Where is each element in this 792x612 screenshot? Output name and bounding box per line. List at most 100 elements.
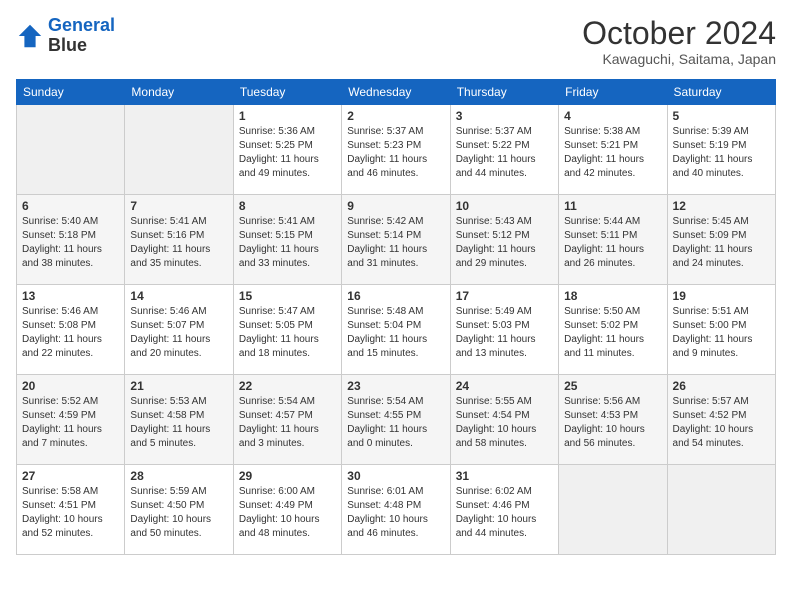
day-number: 23: [347, 379, 444, 393]
logo-line2: Blue: [48, 36, 115, 56]
day-info: Sunrise: 5:41 AM Sunset: 5:16 PM Dayligh…: [130, 215, 227, 271]
day-info: Sunrise: 5:53 AM Sunset: 4:58 PM Dayligh…: [130, 395, 227, 451]
day-info: Sunrise: 5:37 AM Sunset: 5:22 PM Dayligh…: [456, 125, 553, 181]
day-info: Sunrise: 6:02 AM Sunset: 4:46 PM Dayligh…: [456, 485, 553, 541]
day-info: Sunrise: 5:59 AM Sunset: 4:50 PM Dayligh…: [130, 485, 227, 541]
day-info: Sunrise: 5:46 AM Sunset: 5:07 PM Dayligh…: [130, 305, 227, 361]
calendar-cell: 16 Sunrise: 5:48 AM Sunset: 5:04 PM Dayli…: [342, 285, 450, 375]
week-row-2: 6 Sunrise: 5:40 AM Sunset: 5:18 PM Daylig…: [17, 195, 776, 285]
day-number: 30: [347, 469, 444, 483]
day-number: 31: [456, 469, 553, 483]
day-number: 4: [564, 109, 661, 123]
day-info: Sunrise: 5:40 AM Sunset: 5:18 PM Dayligh…: [22, 215, 119, 271]
day-number: 22: [239, 379, 336, 393]
col-header-thursday: Thursday: [450, 80, 558, 105]
day-number: 24: [456, 379, 553, 393]
calendar-cell: [559, 465, 667, 555]
day-info: Sunrise: 5:45 AM Sunset: 5:09 PM Dayligh…: [673, 215, 770, 271]
day-number: 20: [22, 379, 119, 393]
calendar-cell: 11 Sunrise: 5:44 AM Sunset: 5:11 PM Dayli…: [559, 195, 667, 285]
logo-line1: General: [48, 15, 115, 35]
day-number: 16: [347, 289, 444, 303]
day-info: Sunrise: 5:54 AM Sunset: 4:57 PM Dayligh…: [239, 395, 336, 451]
day-info: Sunrise: 5:56 AM Sunset: 4:53 PM Dayligh…: [564, 395, 661, 451]
day-info: Sunrise: 5:52 AM Sunset: 4:59 PM Dayligh…: [22, 395, 119, 451]
day-info: Sunrise: 5:44 AM Sunset: 5:11 PM Dayligh…: [564, 215, 661, 271]
day-info: Sunrise: 5:58 AM Sunset: 4:51 PM Dayligh…: [22, 485, 119, 541]
calendar-cell: 14 Sunrise: 5:46 AM Sunset: 5:07 PM Dayli…: [125, 285, 233, 375]
day-number: 14: [130, 289, 227, 303]
day-info: Sunrise: 5:48 AM Sunset: 5:04 PM Dayligh…: [347, 305, 444, 361]
calendar-cell: 12 Sunrise: 5:45 AM Sunset: 5:09 PM Dayli…: [667, 195, 775, 285]
day-number: 28: [130, 469, 227, 483]
location: Kawaguchi, Saitama, Japan: [582, 51, 776, 67]
calendar-cell: [17, 105, 125, 195]
logo-text: General Blue: [48, 16, 115, 56]
col-header-monday: Monday: [125, 80, 233, 105]
header-row: SundayMondayTuesdayWednesdayThursdayFrid…: [17, 80, 776, 105]
week-row-5: 27 Sunrise: 5:58 AM Sunset: 4:51 PM Dayli…: [17, 465, 776, 555]
day-number: 25: [564, 379, 661, 393]
day-number: 6: [22, 199, 119, 213]
calendar-cell: 13Sunrise: 5:46 AM Sunset: 5:08 PM Dayli…: [17, 285, 125, 375]
day-number: 15: [239, 289, 336, 303]
day-info: Sunrise: 6:00 AM Sunset: 4:49 PM Dayligh…: [239, 485, 336, 541]
calendar-cell: 15 Sunrise: 5:47 AM Sunset: 5:05 PM Dayli…: [233, 285, 341, 375]
day-number: 21: [130, 379, 227, 393]
day-info: Sunrise: 5:38 AM Sunset: 5:21 PM Dayligh…: [564, 125, 661, 181]
day-info: Sunrise: 5:47 AM Sunset: 5:05 PM Dayligh…: [239, 305, 336, 361]
day-number: 19: [673, 289, 770, 303]
calendar-cell: 23 Sunrise: 5:54 AM Sunset: 4:55 PM Dayli…: [342, 375, 450, 465]
calendar-cell: 17Sunrise: 5:49 AM Sunset: 5:03 PM Dayli…: [450, 285, 558, 375]
day-number: 27: [22, 469, 119, 483]
day-number: 17: [456, 289, 553, 303]
calendar-cell: 9Sunrise: 5:42 AM Sunset: 5:14 PM Daylig…: [342, 195, 450, 285]
logo: General Blue: [16, 16, 115, 56]
day-number: 5: [673, 109, 770, 123]
logo-icon: [16, 22, 44, 50]
calendar-cell: 29Sunrise: 6:00 AM Sunset: 4:49 PM Dayli…: [233, 465, 341, 555]
calendar-cell: 30 Sunrise: 6:01 AM Sunset: 4:48 PM Dayli…: [342, 465, 450, 555]
day-number: 13: [22, 289, 119, 303]
week-row-3: 13Sunrise: 5:46 AM Sunset: 5:08 PM Dayli…: [17, 285, 776, 375]
calendar-cell: [667, 465, 775, 555]
calendar-cell: 10 Sunrise: 5:43 AM Sunset: 5:12 PM Dayli…: [450, 195, 558, 285]
title-block: October 2024 Kawaguchi, Saitama, Japan: [582, 16, 776, 67]
calendar-cell: 7Sunrise: 5:41 AM Sunset: 5:16 PM Daylig…: [125, 195, 233, 285]
calendar-cell: 21 Sunrise: 5:53 AM Sunset: 4:58 PM Dayli…: [125, 375, 233, 465]
calendar-cell: 20 Sunrise: 5:52 AM Sunset: 4:59 PM Dayli…: [17, 375, 125, 465]
page-header: General Blue October 2024 Kawaguchi, Sai…: [16, 16, 776, 67]
day-number: 26: [673, 379, 770, 393]
day-info: Sunrise: 5:37 AM Sunset: 5:23 PM Dayligh…: [347, 125, 444, 181]
calendar-cell: 26 Sunrise: 5:57 AM Sunset: 4:52 PM Dayli…: [667, 375, 775, 465]
day-number: 8: [239, 199, 336, 213]
col-header-wednesday: Wednesday: [342, 80, 450, 105]
calendar-cell: 4 Sunrise: 5:38 AM Sunset: 5:21 PM Daylig…: [559, 105, 667, 195]
day-info: Sunrise: 5:41 AM Sunset: 5:15 PM Dayligh…: [239, 215, 336, 271]
calendar-cell: 19 Sunrise: 5:51 AM Sunset: 5:00 PM Dayli…: [667, 285, 775, 375]
calendar-cell: 27 Sunrise: 5:58 AM Sunset: 4:51 PM Dayli…: [17, 465, 125, 555]
week-row-4: 20 Sunrise: 5:52 AM Sunset: 4:59 PM Dayli…: [17, 375, 776, 465]
month-title: October 2024: [582, 16, 776, 51]
day-info: Sunrise: 5:43 AM Sunset: 5:12 PM Dayligh…: [456, 215, 553, 271]
day-info: Sunrise: 6:01 AM Sunset: 4:48 PM Dayligh…: [347, 485, 444, 541]
day-info: Sunrise: 5:57 AM Sunset: 4:52 PM Dayligh…: [673, 395, 770, 451]
col-header-tuesday: Tuesday: [233, 80, 341, 105]
calendar-cell: 5Sunrise: 5:39 AM Sunset: 5:19 PM Daylig…: [667, 105, 775, 195]
day-number: 12: [673, 199, 770, 213]
day-info: Sunrise: 5:50 AM Sunset: 5:02 PM Dayligh…: [564, 305, 661, 361]
day-info: Sunrise: 5:36 AM Sunset: 5:25 PM Dayligh…: [239, 125, 336, 181]
day-info: Sunrise: 5:51 AM Sunset: 5:00 PM Dayligh…: [673, 305, 770, 361]
calendar-cell: [125, 105, 233, 195]
col-header-friday: Friday: [559, 80, 667, 105]
calendar-cell: 25 Sunrise: 5:56 AM Sunset: 4:53 PM Dayli…: [559, 375, 667, 465]
col-header-sunday: Sunday: [17, 80, 125, 105]
day-number: 1: [239, 109, 336, 123]
day-number: 3: [456, 109, 553, 123]
day-info: Sunrise: 5:54 AM Sunset: 4:55 PM Dayligh…: [347, 395, 444, 451]
day-number: 11: [564, 199, 661, 213]
day-number: 10: [456, 199, 553, 213]
calendar-cell: 8 Sunrise: 5:41 AM Sunset: 5:15 PM Daylig…: [233, 195, 341, 285]
calendar-cell: 28 Sunrise: 5:59 AM Sunset: 4:50 PM Dayli…: [125, 465, 233, 555]
day-number: 9: [347, 199, 444, 213]
